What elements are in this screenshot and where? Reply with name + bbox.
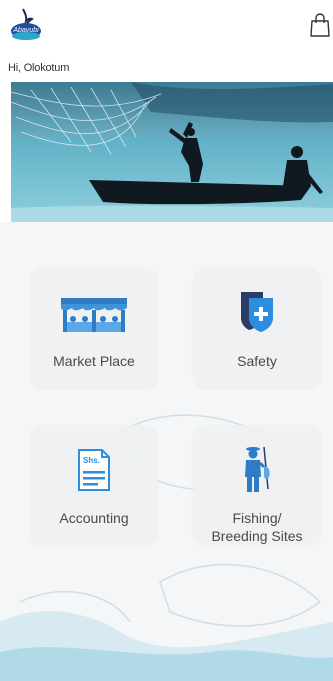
accounting-doc-text: Shs. — [83, 456, 100, 465]
accounting-card[interactable]: Shs. Accounting — [30, 425, 158, 545]
shield-plus-icon — [239, 290, 275, 332]
top-bar: Abavubi — [0, 0, 333, 60]
fishing-breeding-sites-card[interactable]: Fishing/ Breeding Sites — [193, 425, 321, 545]
safety-card[interactable]: Safety — [193, 268, 321, 388]
market-place-card[interactable]: Market Place — [30, 268, 158, 388]
accounting-label: Accounting — [59, 510, 129, 526]
app-logo[interactable]: Abavubi — [9, 7, 43, 41]
hero-banner-image — [11, 82, 333, 222]
fisherman-icon — [242, 445, 272, 493]
market-place-label: Market Place — [53, 353, 135, 369]
shopping-bag-button[interactable] — [309, 13, 331, 37]
greeting-text: Hi, Olokotum — [8, 62, 70, 74]
safety-label: Safety — [237, 353, 277, 369]
fishing-breeding-sites-label: Fishing/ Breeding Sites — [211, 510, 303, 544]
market-stalls-icon — [61, 298, 127, 332]
logo-text: Abavubi — [12, 27, 39, 34]
fish-logo-icon: Abavubi — [11, 8, 41, 40]
invoice-document-icon: Shs. — [78, 449, 110, 491]
shopping-bag-icon — [310, 13, 330, 37]
